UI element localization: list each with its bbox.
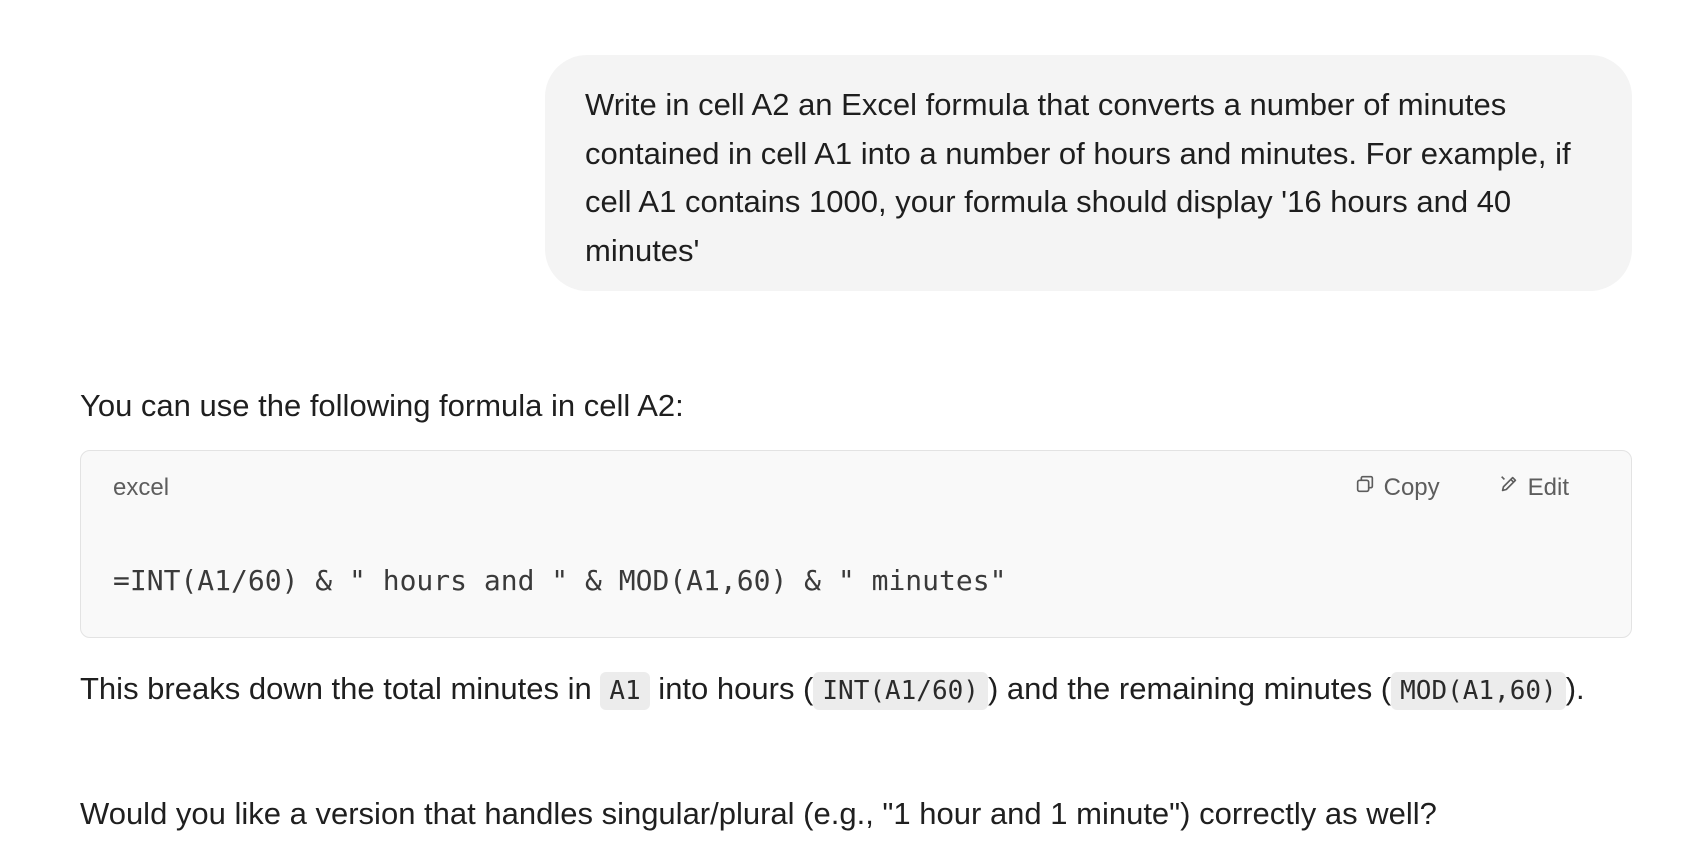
explanation-paragraph: This breaks down the total minutes in A1…	[80, 660, 1632, 720]
code-content: =INT(A1/60) & " hours and " & MOD(A1,60)…	[113, 564, 1007, 597]
code-actions: Copy Edit	[1354, 471, 1569, 505]
pencil-icon	[1498, 471, 1520, 505]
code-language-label: excel	[113, 474, 170, 501]
copy-button[interactable]: Copy	[1354, 471, 1440, 505]
explanation-text-1: This breaks down the total minutes in	[80, 671, 601, 706]
followup-question: Would you like a version that handles si…	[80, 796, 1437, 831]
explanation-text-2: into hours (	[649, 671, 814, 706]
copy-label: Copy	[1383, 474, 1440, 501]
inline-code-int: INT(A1/60)	[813, 672, 988, 710]
assistant-intro-text: You can use the following formula in cel…	[80, 388, 684, 423]
explanation-text-4: ).	[1565, 671, 1585, 706]
explanation-text-3: ) and the remaining minutes (	[987, 671, 1392, 706]
copy-icon	[1354, 471, 1376, 505]
code-block: excel Copy Edit =INT(A1/60) & " hours an…	[80, 450, 1632, 638]
inline-code-mod: MOD(A1,60)	[1391, 672, 1566, 710]
edit-button[interactable]: Edit	[1498, 471, 1569, 505]
user-message-text: Write in cell A2 an Excel formula that c…	[585, 87, 1571, 268]
inline-code-a1: A1	[600, 672, 650, 710]
edit-label: Edit	[1527, 474, 1569, 501]
user-message-bubble: Write in cell A2 an Excel formula that c…	[545, 55, 1632, 291]
